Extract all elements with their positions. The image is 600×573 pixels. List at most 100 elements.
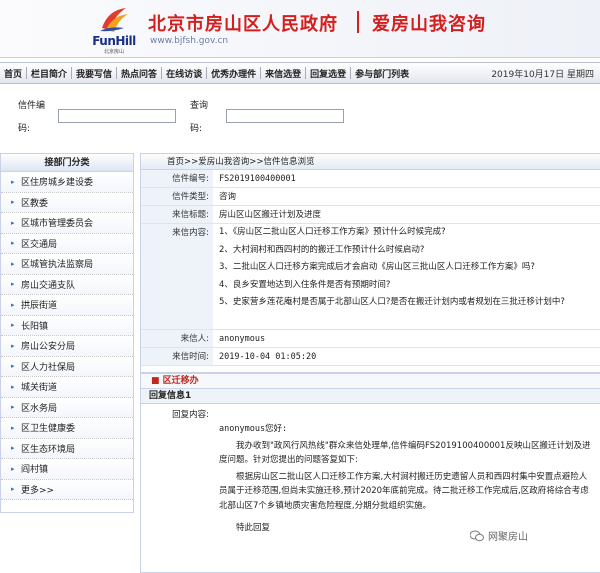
letter-no-label: 信件编 (18, 101, 46, 111)
wechat-icon (470, 530, 484, 541)
sidebar-item[interactable]: ▸ 区水务局 (1, 397, 133, 418)
sidebar-item-label: 拱辰街道 (21, 301, 58, 312)
site-header: FunHill 北京房山 北京市房山区人民政府 www.bjfsh.gov.cn… (0, 0, 600, 58)
funhill-logo[interactable]: FunHill 北京房山 (84, 4, 144, 56)
nav-online-interview[interactable]: 在线访谈 (162, 63, 206, 83)
letter-detail-panel: 首页>>爱房山我咨询>>信件信息浏览 信件编号: FS2019100400001… (140, 153, 600, 573)
time-value: 2019-10-04 01:05:20 (219, 352, 317, 362)
section-marker-icon: ■ (151, 376, 163, 386)
reply-header: 回复信息1 (141, 388, 600, 404)
bullet-arrow-icon: ▸ (11, 464, 15, 473)
breadcrumb[interactable]: 首页>>爱房山我咨询>>信件信息浏览 (141, 154, 600, 170)
letter-no-input[interactable] (58, 109, 176, 123)
sidebar-item[interactable]: ▸ 拱辰街道 (1, 295, 133, 316)
sidebar-item-label: 区生态环境局 (21, 444, 76, 455)
reply-content: anonymous您好: 我办收到"政风行风热线"群众来信处理单,信件编码FS2… (213, 404, 600, 538)
question-item: 1、《房山区二批山区人口迁移工作方案》预计什么时候完成? (219, 227, 446, 237)
nav-home[interactable]: 首页 (0, 63, 26, 83)
current-date: 2019年10月17日 星期四 (491, 69, 594, 80)
sidebar-item-label: 房山公安分局 (21, 342, 76, 353)
title-separator (357, 11, 359, 33)
sidebar-item-label: 区水务局 (21, 403, 58, 414)
sidebar-item[interactable]: ▸ 阎村镇 (1, 459, 133, 480)
sidebar-item[interactable]: ▸ 区交通局 (1, 233, 133, 254)
field-label: 来信人: (141, 330, 213, 347)
nav-excellent-cases[interactable]: 优秀办理件 (207, 63, 260, 83)
reply-greeting: anonymous您好: (219, 424, 288, 434)
sidebar-item-label: 区卫生健康委 (21, 424, 76, 435)
query-code-label: 查询 (190, 101, 209, 111)
page-heading: 爱房山我咨询 (372, 14, 486, 35)
letter-search: 信件编 码: 查询 码: (0, 88, 600, 138)
watermark-text: 网聚房山 (488, 532, 528, 543)
sidebar-item-label: 区人力社保局 (21, 362, 76, 373)
sidebar-item[interactable]: ▸ 区人力社保局 (1, 356, 133, 377)
reply-closing: 特此回复 (236, 523, 271, 533)
letter-no-label-suffix: 码: (18, 124, 31, 134)
sidebar-item-label: 阎村镇 (21, 465, 49, 476)
sidebar-item-label: 更多>> (21, 485, 55, 496)
bullet-arrow-icon: ▸ (11, 382, 15, 391)
nav-intro[interactable]: 栏目简介 (27, 63, 71, 83)
bullet-arrow-icon: ▸ (11, 218, 15, 227)
letter-content: 1、《房山区二批山区人口迁移工作方案》预计什么时候完成? 2、大村涧村和西四村的… (213, 224, 600, 329)
bullet-arrow-icon: ▸ (11, 444, 15, 453)
reply-label: 回复内容: (172, 410, 209, 420)
sidebar-item-label: 长阳镇 (21, 321, 49, 332)
sidebar-title: 接部门分类 (1, 154, 133, 172)
nav-letters-selected[interactable]: 来信选登 (261, 63, 305, 83)
reply-body: 回复内容: anonymous您好: 我办收到"政风行风热线"群众来信处理单,信… (141, 404, 600, 538)
bullet-arrow-icon: ▸ (11, 239, 15, 248)
sidebar-item[interactable]: ▸ 房山公安分局 (1, 336, 133, 357)
letter-no-value: FS2019100400001 (219, 174, 296, 184)
sender-value: anonymous (219, 334, 266, 344)
sidebar-item[interactable]: ▸ 区卫生健康委 (1, 418, 133, 439)
sidebar-item-label: 区教委 (21, 198, 49, 209)
section-tab-department: ■ 区迁移办 (141, 372, 600, 388)
bullet-arrow-icon: ▸ (11, 423, 15, 432)
question-item: 2、大村涧村和西四村的的搬迁工作预计什么时候启动? (219, 244, 425, 255)
bullet-arrow-icon: ▸ (11, 259, 15, 268)
sun-wing-logo-icon (100, 8, 128, 32)
logo-subtext: 北京房山 (103, 49, 124, 55)
time-row: 来信时间: 2019-10-04 01:05:20 (141, 348, 600, 366)
sidebar-item[interactable]: ▸ 区城市管理委员会 (1, 213, 133, 234)
bullet-arrow-icon: ▸ (11, 403, 15, 412)
reply-paragraph: 我办收到"政风行风热线"群众来信处理单,信件编码FS2019100400001反… (219, 440, 591, 466)
sidebar-item[interactable]: ▸ 城关街道 (1, 377, 133, 398)
sidebar-item-label: 房山交通支队 (21, 280, 76, 291)
sidebar-item[interactable]: ▸ 房山交通支队 (1, 274, 133, 295)
bullet-arrow-icon: ▸ (11, 300, 15, 309)
bullet-arrow-icon: ▸ (11, 177, 15, 186)
nav-replies-selected[interactable]: 回复选登 (306, 63, 350, 83)
sidebar-item[interactable]: ▸ 长阳镇 (1, 315, 133, 336)
field-label: 来信内容: (141, 224, 213, 329)
section-tab-label: 区迁移办 (162, 376, 199, 386)
question-item: 3、二批山区人口迁移方案完成后才会启动《房山区三批山区人口迁移工作方案》吗? (219, 262, 535, 272)
nav-write-letter[interactable]: 我要写信 (72, 63, 116, 83)
sidebar-item[interactable]: ▸ 区城管执法监察局 (1, 254, 133, 275)
bullet-arrow-icon: ▸ (11, 362, 15, 371)
bullet-arrow-icon: ▸ (11, 485, 15, 494)
content-row: 来信内容: 1、《房山区二批山区人口迁移工作方案》预计什么时候完成? 2、大村涧… (141, 224, 600, 330)
question-item: 4、良乡安置地达到入住条件是否有预期时间? (219, 279, 391, 290)
watermark: 网聚房山 (470, 528, 528, 543)
sidebar-item-label: 区城管执法监察局 (21, 260, 94, 271)
bullet-arrow-icon: ▸ (11, 341, 15, 350)
subject-row: 来信标题: 房山区山区搬迁计划及进度 (141, 206, 600, 224)
sidebar-item[interactable]: ▸ 区生态环境局 (1, 438, 133, 459)
department-sidebar: 接部门分类 ▸ 区住房城乡建设委 ▸ 区教委 ▸ 区城市管理委员会 ▸ 区交通局 ▸ 区城… (0, 153, 134, 513)
nav-hot-qa[interactable]: 热点问答 (117, 63, 161, 83)
field-label: 信件编号: (141, 170, 213, 187)
subject-value: 房山区山区搬迁计划及进度 (219, 210, 322, 220)
sidebar-item[interactable]: ▸ 区教委 (1, 192, 133, 213)
sidebar-item-label: 区城市管理委员会 (21, 219, 94, 230)
logo-text: FunHill (92, 34, 136, 48)
field-label: 来信标题: (141, 206, 213, 223)
sidebar-item[interactable]: ▸ 区住房城乡建设委 (1, 172, 133, 193)
question-item: 5、史家营乡莲花庵村是否属于北部山区人口?是否在搬迁计划内或者规划在三批迁移计划… (219, 297, 565, 307)
sender-row: 来信人: anonymous (141, 330, 600, 348)
query-code-input[interactable] (226, 109, 344, 123)
sidebar-item-more[interactable]: ▸ 更多>> (1, 479, 133, 500)
nav-departments[interactable]: 参与部门列表 (351, 63, 413, 83)
